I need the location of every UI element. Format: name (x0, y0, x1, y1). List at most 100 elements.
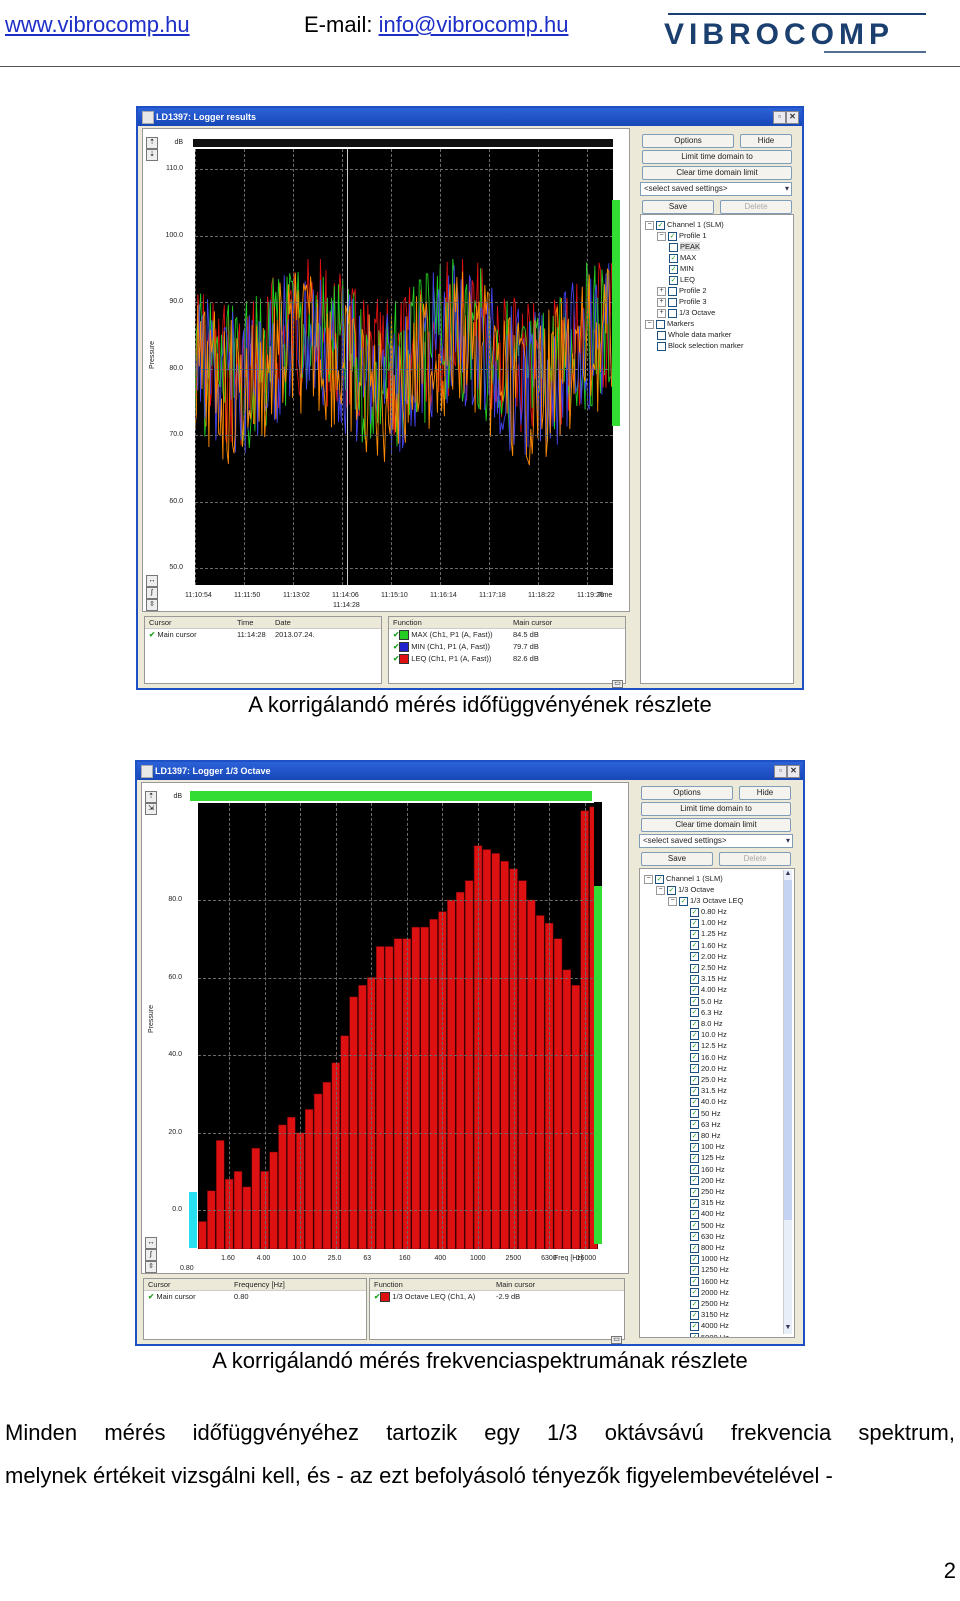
tree-node[interactable]: ✓ MAX (669, 252, 696, 263)
collapse-icon[interactable]: − (656, 885, 665, 895)
tree-node[interactable]: − Markers (645, 318, 694, 329)
tree-node-frequency[interactable]: ✓ 12.5 Hz (690, 1040, 727, 1051)
checkbox[interactable]: ✓ (690, 974, 699, 984)
options-button[interactable]: Options (642, 134, 734, 148)
checkbox[interactable]: ✓ (690, 1299, 699, 1309)
tree-node-frequency[interactable]: ✓ 500 Hz (690, 1220, 725, 1231)
tree-node-frequency[interactable]: ✓ 10.0 Hz (690, 1029, 727, 1040)
collapse-icon[interactable]: − (645, 220, 654, 230)
function-row[interactable]: ✔ MIN (Ch1, P1 (A, Fast)) (393, 641, 490, 653)
tree-node[interactable]: + Profile 3 (657, 296, 707, 307)
save-button[interactable]: Save (642, 200, 714, 214)
tree-node[interactable]: Whole data marker (657, 329, 731, 340)
tree-node[interactable]: Block selection marker (657, 340, 743, 351)
tree-node-frequency[interactable]: ✓ 4000 Hz (690, 1320, 729, 1331)
checkbox[interactable]: ✓ (690, 1064, 699, 1074)
checkbox[interactable]: ✓ (690, 907, 699, 917)
expand-icon[interactable]: + (657, 297, 666, 307)
checkbox[interactable]: ✓ (656, 220, 665, 230)
checkbox[interactable]: ✓ (690, 1243, 699, 1253)
checkbox[interactable]: ✓ (690, 1333, 699, 1337)
tree-node-frequency[interactable]: ✓ 50 Hz (690, 1108, 721, 1119)
y-zoom-down-icon[interactable]: ⇣ (146, 149, 158, 161)
function-row[interactable]: ✔ LEQ (Ch1, P1 (A, Fast)) (393, 653, 491, 665)
delete-button[interactable]: Delete (719, 852, 791, 866)
checkbox[interactable]: ✓ (690, 1198, 699, 1208)
checkbox[interactable]: ✓ (690, 1075, 699, 1085)
checkbox[interactable]: ✓ (690, 1176, 699, 1186)
x-zoom-in-icon[interactable]: ↔ (146, 575, 158, 587)
tree-node-frequency[interactable]: ✓ 0.80 Hz (690, 906, 727, 917)
tree-node-frequency[interactable]: ✓ 2.00 Hz (690, 951, 727, 962)
checkbox[interactable]: ✓ (690, 929, 699, 939)
table-menu-icon[interactable]: ▭ (612, 680, 623, 688)
checkbox[interactable]: ✓ (690, 1142, 699, 1152)
checkbox[interactable]: ✓ (690, 997, 699, 1007)
checkbox[interactable]: ✓ (690, 1187, 699, 1197)
checkbox[interactable]: ✓ (669, 253, 678, 263)
checkbox[interactable] (669, 242, 678, 252)
clear-time-domain-button[interactable]: Clear time domain limit (641, 818, 791, 832)
hide-button[interactable]: Hide (739, 786, 791, 800)
checkbox[interactable] (668, 297, 677, 307)
close-icon[interactable]: ✕ (786, 111, 799, 124)
function-row[interactable]: ✔ 1/3 Octave LEQ (Ch1, A) (374, 1291, 475, 1303)
delete-button[interactable]: Delete (720, 200, 792, 214)
tree-node-frequency[interactable]: ✓ 2500 Hz (690, 1298, 729, 1309)
save-button[interactable]: Save (641, 852, 713, 866)
tree-node-frequency[interactable]: ✓ 630 Hz (690, 1231, 725, 1242)
checkbox[interactable]: ✓ (655, 874, 664, 884)
tree-node-frequency[interactable]: ✓ 1250 Hz (690, 1264, 729, 1275)
tree-node-frequency[interactable]: ✓ 200 Hz (690, 1175, 725, 1186)
checkbox[interactable]: ✓ (690, 1277, 699, 1287)
tree-node-frequency[interactable]: ✓ 63 Hz (690, 1119, 721, 1130)
tree-node-frequency[interactable]: ✓ 2.50 Hz (690, 962, 727, 973)
checkbox[interactable]: ✓ (679, 896, 688, 906)
tree-node-frequency[interactable]: ✓ 4.00 Hz (690, 984, 727, 995)
checkbox[interactable]: ✓ (690, 963, 699, 973)
saved-settings-select[interactable]: <select saved settings> (640, 182, 792, 196)
tree-node-frequency[interactable]: ✓ 25.0 Hz (690, 1074, 727, 1085)
checkbox[interactable]: ✓ (690, 1221, 699, 1231)
options-button[interactable]: Options (641, 786, 733, 800)
checkbox[interactable]: ✓ (668, 231, 677, 241)
table-menu-icon[interactable]: ▭ (611, 1336, 622, 1344)
checkbox[interactable]: ✓ (690, 1165, 699, 1175)
checkbox[interactable]: ✓ (669, 275, 678, 285)
time-plot-area[interactable] (194, 149, 613, 585)
checkbox[interactable] (668, 286, 677, 296)
tree-node-frequency[interactable]: ✓ 80 Hz (690, 1130, 721, 1141)
freq-range-bar[interactable] (190, 791, 592, 801)
website-link[interactable]: www.vibrocomp.hu (5, 12, 190, 38)
tree-node-frequency[interactable]: ✓ 5000 Hz (690, 1332, 729, 1337)
checkbox[interactable]: ✓ (690, 1053, 699, 1063)
tree-node[interactable]: PEAK (669, 241, 701, 252)
checkbox[interactable]: ✓ (667, 885, 676, 895)
saved-settings-select[interactable]: <select saved settings> (639, 834, 793, 848)
main-cursor-row[interactable]: ✔ Main cursor (148, 1291, 196, 1302)
tree-node-frequency[interactable]: ✓ 160 Hz (690, 1164, 725, 1175)
tree-node-frequency[interactable]: ✓ 1.60 Hz (690, 940, 727, 951)
tree-scrollbar[interactable]: ▲ ▼ (783, 870, 792, 1334)
checkbox[interactable]: ✓ (690, 1019, 699, 1029)
checkbox[interactable]: ✓ (690, 1131, 699, 1141)
checkbox[interactable]: ✓ (690, 1030, 699, 1040)
checkbox[interactable]: ✓ (690, 941, 699, 951)
hide-button[interactable]: Hide (740, 134, 792, 148)
tree-node-frequency[interactable]: ✓ 400 Hz (690, 1208, 725, 1219)
checkbox[interactable] (656, 319, 665, 329)
checkbox[interactable]: ✓ (690, 918, 699, 928)
tree-node[interactable]: − ✓ 1/3 Octave (656, 884, 714, 895)
collapse-icon[interactable]: − (644, 874, 653, 884)
checkbox[interactable]: ✓ (690, 1254, 699, 1264)
function-row[interactable]: ✔ MAX (Ch1, P1 (A, Fast)) (393, 629, 493, 641)
tree-node-frequency[interactable]: ✓ 20.0 Hz (690, 1063, 727, 1074)
tree-node-frequency[interactable]: ✓ 125 Hz (690, 1152, 725, 1163)
tree-node-frequency[interactable]: ✓ 800 Hz (690, 1242, 725, 1253)
tree-node-frequency[interactable]: ✓ 31.5 Hz (690, 1085, 727, 1096)
collapse-icon[interactable]: − (645, 319, 654, 329)
tree-node[interactable]: + Profile 2 (657, 285, 707, 296)
tree-node-frequency[interactable]: ✓ 1600 Hz (690, 1276, 729, 1287)
x-zoom-in-icon[interactable]: ↔ (145, 1237, 157, 1249)
tree-node-frequency[interactable]: ✓ 40.0 Hz (690, 1096, 727, 1107)
